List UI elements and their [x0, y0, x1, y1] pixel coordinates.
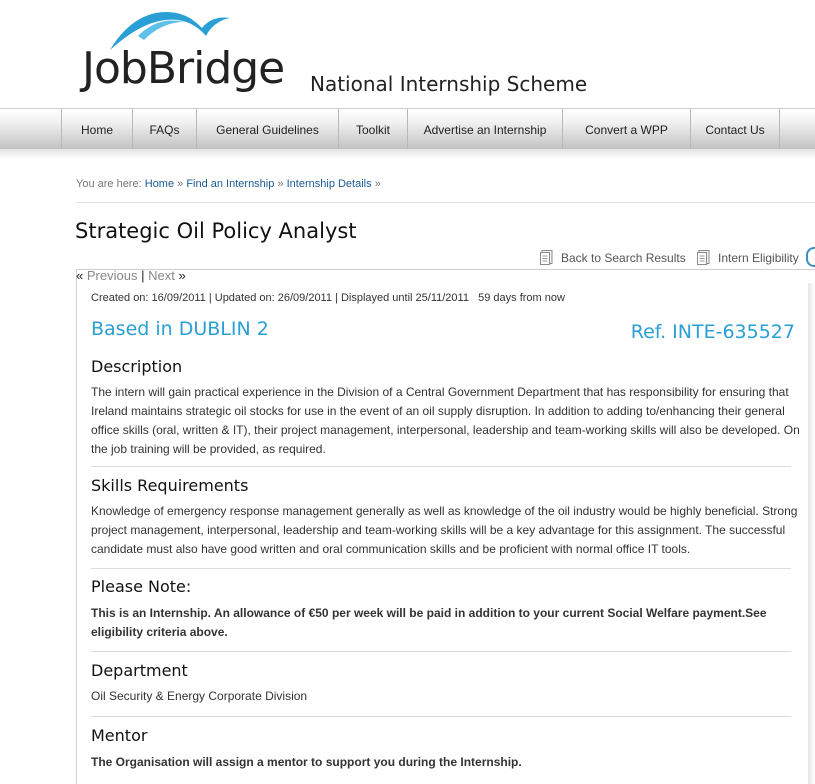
- divider: [91, 716, 791, 717]
- nav-item-convert-wpp[interactable]: Convert a WPP: [563, 109, 691, 149]
- breadcrumb-find-internship[interactable]: Find an Internship: [186, 178, 274, 190]
- section-heading-description: Description: [91, 357, 183, 376]
- next-link[interactable]: Next: [148, 268, 175, 283]
- nav-item-advertise[interactable]: Advertise an Internship: [408, 109, 563, 149]
- section-heading-mentor: Mentor: [91, 726, 148, 745]
- section-body-skills: Knowledge of emergency response manageme…: [91, 504, 798, 556]
- listing-meta: Created on: 16/09/2011 | Updated on: 26/…: [91, 292, 565, 304]
- divider: [91, 651, 791, 652]
- reference-number: Ref. INTE-635527: [630, 321, 795, 343]
- section-body-department: Oil Security & Energy Corporate Division: [91, 689, 308, 703]
- next-arrow-icon[interactable]: »: [178, 268, 185, 283]
- intern-eligibility-link[interactable]: Intern Eligibility: [718, 251, 799, 265]
- nav-item-faqs[interactable]: FAQs: [133, 109, 197, 149]
- breadcrumb-internship-details[interactable]: Internship Details: [287, 178, 372, 190]
- back-to-search-link[interactable]: Back to Search Results: [561, 251, 686, 265]
- section-heading-department: Department: [91, 661, 188, 680]
- site-header: JobBridge National Internship Scheme: [0, 0, 815, 108]
- section-heading-skills: Skills Requirements: [91, 476, 249, 495]
- section-body-mentor: The Organisation will assign a mentor to…: [91, 755, 522, 769]
- divider: [91, 466, 791, 467]
- breadcrumb-separator: »: [277, 178, 284, 190]
- partial-button-icon[interactable]: [806, 247, 815, 267]
- document-icon[interactable]: [540, 250, 553, 265]
- panel-shadow: [808, 283, 815, 784]
- document-icon[interactable]: [697, 250, 710, 265]
- location-heading: Based in DUBLIN 2: [91, 318, 269, 340]
- main-nav: Home FAQs General Guidelines Toolkit Adv…: [0, 108, 815, 150]
- section-body-note: This is an Internship. An allowance of €…: [91, 606, 767, 639]
- nav-item-general-guidelines[interactable]: General Guidelines: [197, 109, 339, 149]
- pager-divider: |: [141, 268, 145, 283]
- breadcrumb-prefix: You are here:: [76, 178, 142, 190]
- nav-item-home[interactable]: Home: [61, 109, 133, 149]
- breadcrumb-separator: »: [374, 178, 381, 190]
- section-heading-note: Please Note:: [91, 577, 192, 596]
- pager: « Previous | Next »: [76, 268, 186, 283]
- breadcrumb: You are here: Home » Find an Internship …: [76, 178, 381, 190]
- site-tagline: National Internship Scheme: [310, 72, 588, 96]
- breadcrumb-separator: »: [177, 178, 184, 190]
- nav-item-contact[interactable]: Contact Us: [691, 109, 780, 149]
- nav-item-toolkit[interactable]: Toolkit: [339, 109, 408, 149]
- page-title: Strategic Oil Policy Analyst: [75, 219, 357, 243]
- logo-wordmark[interactable]: JobBridge: [82, 44, 285, 94]
- breadcrumb-home[interactable]: Home: [145, 178, 174, 190]
- nav-shadow: [0, 149, 815, 159]
- section-body-description: The intern will gain practical experienc…: [91, 385, 800, 456]
- divider: [76, 202, 815, 203]
- divider: [91, 568, 791, 569]
- previous-link[interactable]: Previous: [87, 268, 138, 283]
- prev-arrow-icon[interactable]: «: [76, 268, 83, 283]
